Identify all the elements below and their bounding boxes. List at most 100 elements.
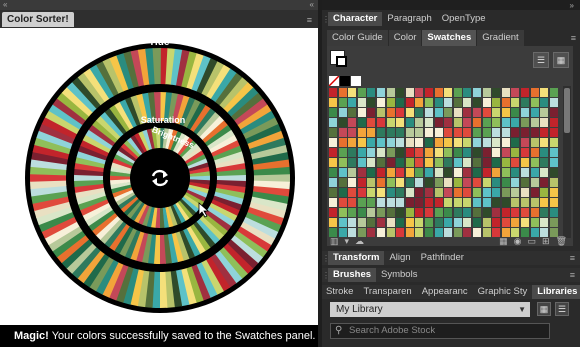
swatch-cell[interactable]: [463, 148, 472, 157]
swatch-cell[interactable]: [396, 98, 405, 107]
swatch-cell[interactable]: [405, 178, 414, 187]
swatch-cell[interactable]: [530, 198, 539, 207]
swatch-cell[interactable]: [473, 118, 481, 127]
swatch-cell[interactable]: [329, 198, 337, 207]
swatch-cell[interactable]: [492, 128, 501, 137]
swatch-cell[interactable]: [348, 138, 357, 147]
swatch-cell[interactable]: [377, 88, 385, 97]
swatch-cell[interactable]: [453, 198, 462, 207]
swatch-cell[interactable]: [357, 98, 366, 107]
swatch-cell[interactable]: [348, 88, 357, 97]
tab-character[interactable]: Character: [328, 12, 383, 26]
swatch-cell[interactable]: [329, 178, 337, 187]
swatch-cell[interactable]: [463, 198, 472, 207]
swatch-cell[interactable]: [377, 118, 385, 127]
tab-paragraph[interactable]: Paragraph: [382, 12, 436, 26]
swatch-cell[interactable]: [338, 138, 347, 147]
swatch-cell[interactable]: [473, 108, 481, 117]
swatch-cell[interactable]: [549, 218, 558, 227]
white-swatch[interactable]: [351, 76, 361, 86]
swatch-cell[interactable]: [386, 198, 395, 207]
swatch-cell[interactable]: [511, 158, 520, 167]
swatch-cell[interactable]: [444, 198, 453, 207]
swatch-cell[interactable]: [396, 118, 405, 127]
swatch-cell[interactable]: [482, 218, 491, 227]
swatch-cell[interactable]: [396, 148, 405, 157]
tab-align[interactable]: Align: [384, 251, 415, 265]
swatch-cell[interactable]: [396, 88, 405, 97]
swatch-cell[interactable]: [348, 148, 357, 157]
swatch-cell[interactable]: [521, 208, 529, 217]
swatch-cell[interactable]: [473, 158, 481, 167]
swatch-cell[interactable]: [501, 198, 510, 207]
swatch-cell[interactable]: [540, 198, 549, 207]
swatch-cell[interactable]: [549, 198, 558, 207]
swatch-cell[interactable]: [444, 158, 453, 167]
swatch-cell[interactable]: [444, 118, 453, 127]
panel-menu-icon[interactable]: ≡: [570, 253, 575, 263]
swatch-cell[interactable]: [425, 118, 433, 127]
swatch-cell[interactable]: [405, 198, 414, 207]
swatch-cell[interactable]: [492, 118, 501, 127]
swatch-cell[interactable]: [329, 108, 337, 117]
swatch-cell[interactable]: [425, 178, 433, 187]
swatch-cell[interactable]: [338, 178, 347, 187]
swatch-cell[interactable]: [511, 108, 520, 117]
swatch-cell[interactable]: [511, 218, 520, 227]
swatch-cell[interactable]: [511, 178, 520, 187]
swatch-cell[interactable]: [377, 108, 385, 117]
swatch-cell[interactable]: [492, 198, 501, 207]
swatch-cell[interactable]: [434, 178, 443, 187]
double-chevron-right-icon[interactable]: »: [570, 1, 574, 10]
swatch-cell[interactable]: [434, 128, 443, 137]
swatch-cell[interactable]: [396, 178, 405, 187]
swatch-cell[interactable]: [348, 208, 357, 217]
swatch-cell[interactable]: [473, 198, 481, 207]
swatch-cell[interactable]: [492, 88, 501, 97]
swatch-cell[interactable]: [492, 108, 501, 117]
swatch-cell[interactable]: [367, 168, 376, 177]
swatch-cell[interactable]: [329, 148, 337, 157]
swatch-cell[interactable]: [511, 168, 520, 177]
swatch-cell[interactable]: [367, 158, 376, 167]
swatch-cell[interactable]: [482, 208, 491, 217]
swatch-cell[interactable]: [540, 148, 549, 157]
swatch-cell[interactable]: [329, 168, 337, 177]
swatch-cell[interactable]: [530, 188, 539, 197]
swatch-cell[interactable]: [405, 168, 414, 177]
swatch-cell[interactable]: [425, 148, 433, 157]
swatch-cell[interactable]: [367, 188, 376, 197]
swatch-cell[interactable]: [511, 118, 520, 127]
new-folder-icon[interactable]: ▭: [528, 236, 537, 247]
swatch-cell[interactable]: [530, 138, 539, 147]
swatch-cell[interactable]: [386, 178, 395, 187]
swatch-cell[interactable]: [473, 168, 481, 177]
swatch-cell[interactable]: [415, 218, 424, 227]
swatch-cell[interactable]: [501, 218, 510, 227]
tab-brushes[interactable]: Brushes: [328, 268, 377, 282]
swatch-cell[interactable]: [348, 168, 357, 177]
swatch-cell[interactable]: [521, 88, 529, 97]
swatch-cell[interactable]: [549, 178, 558, 187]
swatch-cell[interactable]: [405, 98, 414, 107]
swatch-cell[interactable]: [386, 168, 395, 177]
swatch-cell[interactable]: [492, 138, 501, 147]
swatch-cell[interactable]: [377, 128, 385, 137]
swatch-cell[interactable]: [396, 198, 405, 207]
swatch-cell[interactable]: [501, 88, 510, 97]
swatch-cell[interactable]: [386, 98, 395, 107]
swatch-cell[interactable]: [473, 148, 481, 157]
swatch-cell[interactable]: [549, 128, 558, 137]
swatch-cell[interactable]: [473, 128, 481, 137]
swatch-cell[interactable]: [425, 168, 433, 177]
swatch-cell[interactable]: [521, 158, 529, 167]
swatch-cell[interactable]: [453, 188, 462, 197]
swatch-cell[interactable]: [357, 148, 366, 157]
tab-opentype[interactable]: OpenType: [437, 12, 491, 26]
swatch-cell[interactable]: [473, 98, 481, 107]
swatch-cell[interactable]: [549, 168, 558, 177]
swatch-cell[interactable]: [521, 98, 529, 107]
swatch-cell[interactable]: [434, 208, 443, 217]
swatch-cell[interactable]: [367, 138, 376, 147]
swatch-cell[interactable]: [501, 128, 510, 137]
